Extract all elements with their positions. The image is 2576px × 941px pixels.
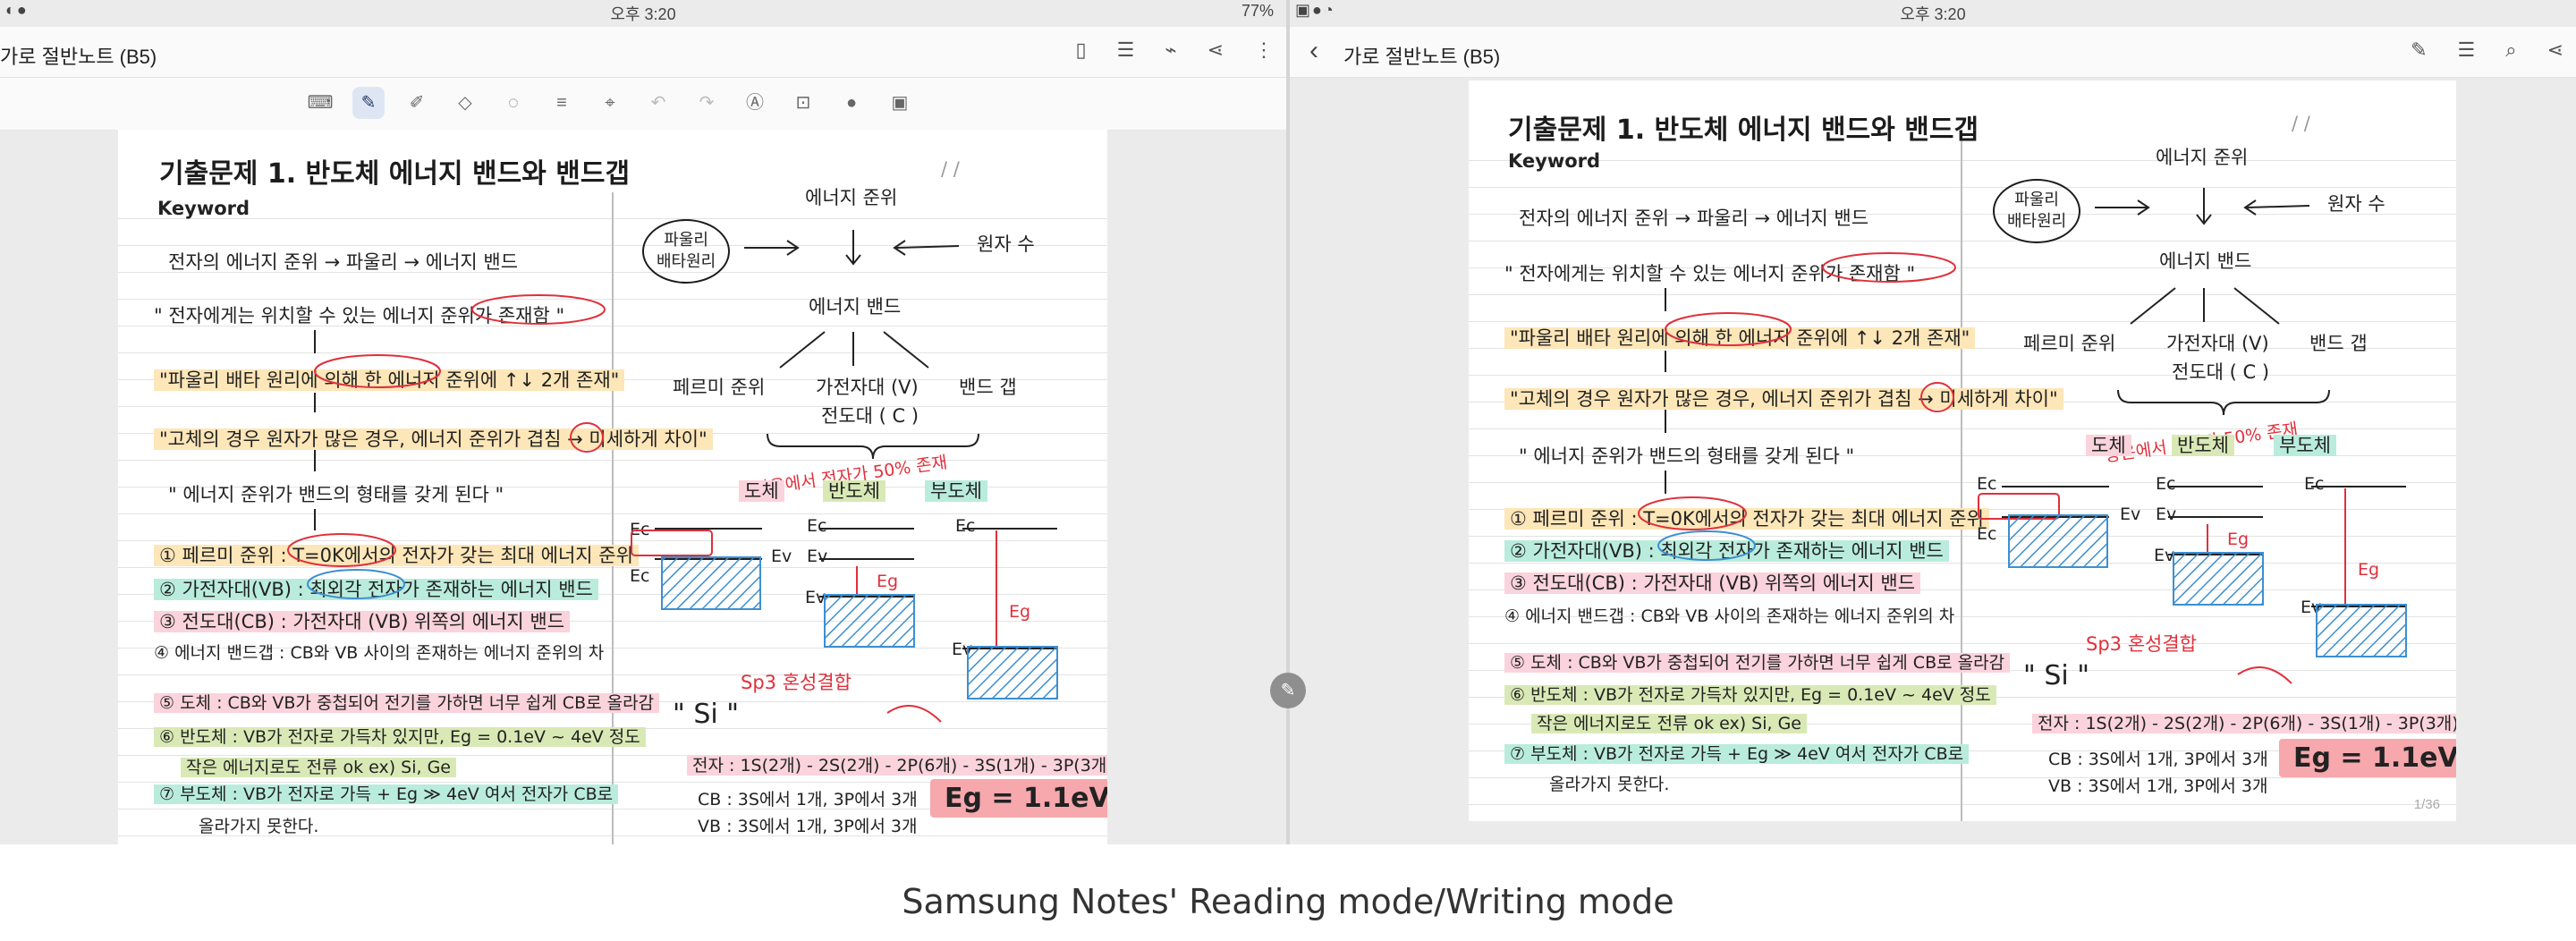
figure-caption: Samsung Notes' Reading mode/Writing mode <box>902 882 1674 921</box>
status-bar-left: ◐● 오후 3:20 77% <box>0 0 1286 23</box>
battery-indicator: 77% <box>1241 2 1274 20</box>
page-view-icon[interactable]: ☰ <box>1117 38 1135 62</box>
writing-mode-panel: ◐● 오후 3:20 77% 가로 절반노트 (B5) ▯ ☰ ⌁ ⋖ ⋮ ⌨ … <box>0 0 1286 844</box>
highlighter-icon[interactable]: ✐ <box>401 87 433 119</box>
note-page-left[interactable]: 기출문제 1. 반도체 에너지 밴드와 밴드갭 / / Keyword 전자의 … <box>118 130 1107 844</box>
template-icon[interactable]: ▣ <box>884 87 916 119</box>
reading-mode-panel: ▣●◔ 오후 3:20 ‹ 가로 절반노트 (B5) ✎ ☰ ⌕ ⋖ 기출문제 … <box>1290 0 2576 844</box>
keyboard-icon[interactable]: ⌨ <box>304 87 336 119</box>
pen-toolbar: ⌨ ✎ ✐ ◇ ◌ ≡ ⌖ ↶ ↷ Ⓐ ⊡ ● ▣ <box>0 78 1286 131</box>
reading-actions: ✎ ☰ ⌕ ⋖ <box>2411 38 2563 62</box>
reading-mode-icon[interactable]: ▯ <box>1075 38 1086 62</box>
insert-text-icon[interactable]: ⊡ <box>787 87 819 119</box>
share-icon[interactable]: ⋖ <box>1208 38 1224 62</box>
status-bar-right: ▣●◔ 오후 3:20 <box>1290 0 2576 23</box>
text-format-icon[interactable]: ≡ <box>546 87 578 119</box>
attach-icon[interactable]: ⌁ <box>1165 38 1176 62</box>
page-view-icon-right[interactable]: ☰ <box>2458 38 2476 62</box>
text-style-icon[interactable]: Ⓐ <box>739 87 771 119</box>
status-time: 오후 3:20 <box>610 5 676 23</box>
note-page-right[interactable]: 기출문제 1. 반도체 에너지 밴드와 밴드갭 / / Keyword 전자의 … <box>1469 81 2456 821</box>
search-icon[interactable]: ⌕ <box>2505 38 2516 62</box>
edit-note-icon[interactable]: ✎ <box>2411 38 2427 62</box>
shape-icon[interactable]: ⌖ <box>594 87 626 119</box>
color-icon[interactable]: ● <box>835 87 868 119</box>
reading-title-bar: ‹ 가로 절반노트 (B5) ✎ ☰ ⌕ ⋖ <box>1290 27 2576 78</box>
pen-icon[interactable]: ✎ <box>352 87 385 119</box>
back-arrow-icon[interactable]: ‹ <box>1309 36 1318 66</box>
undo-icon[interactable]: ↶ <box>642 87 674 119</box>
lasso-icon[interactable]: ◌ <box>497 87 530 119</box>
edit-pencil-icon[interactable]: ✎ <box>1270 673 1306 708</box>
status-time-right: 오후 3:20 <box>1900 5 1966 23</box>
app-title-bar: 가로 절반노트 (B5) ▯ ☰ ⌁ ⋖ ⋮ <box>0 27 1286 78</box>
share-icon-right[interactable]: ⋖ <box>2547 38 2563 62</box>
eraser-icon[interactable]: ◇ <box>449 87 481 119</box>
note-title[interactable]: 가로 절반노트 (B5) <box>0 41 157 70</box>
redo-icon[interactable]: ↷ <box>691 87 723 119</box>
note-diagram-ink-right <box>1638 188 2407 684</box>
title-actions: ▯ ☰ ⌁ ⋖ ⋮ <box>1075 38 1274 62</box>
more-options-icon[interactable]: ⋮ <box>1254 38 1274 62</box>
note-diagram-ink <box>287 230 1058 723</box>
note-title-right[interactable]: 가로 절반노트 (B5) <box>1343 41 1500 70</box>
